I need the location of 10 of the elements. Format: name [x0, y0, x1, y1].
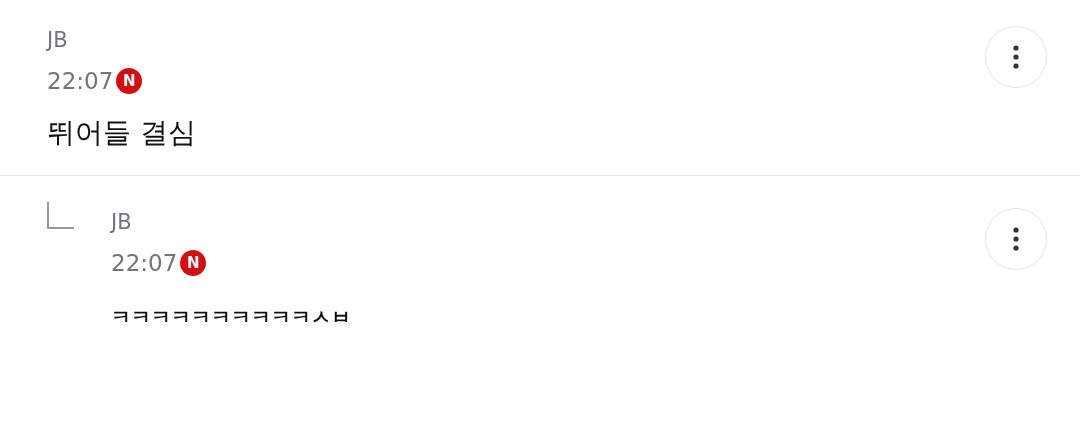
comment-time: 22:07: [111, 249, 178, 278]
more-vertical-icon: [1013, 45, 1019, 69]
new-badge: N: [116, 68, 143, 94]
more-vertical-icon: [1013, 227, 1019, 251]
author-name: JB: [47, 27, 68, 54]
comment-text: 뛰어들 결심: [47, 115, 196, 151]
new-badge: N: [180, 250, 207, 276]
comment-text: ㅋㅋㅋㅋㅋㅋㅋㅋㅋㅋㅅㅂ: [111, 304, 351, 331]
comment-time: 22:07: [47, 67, 114, 96]
author-name: JB: [111, 209, 132, 236]
